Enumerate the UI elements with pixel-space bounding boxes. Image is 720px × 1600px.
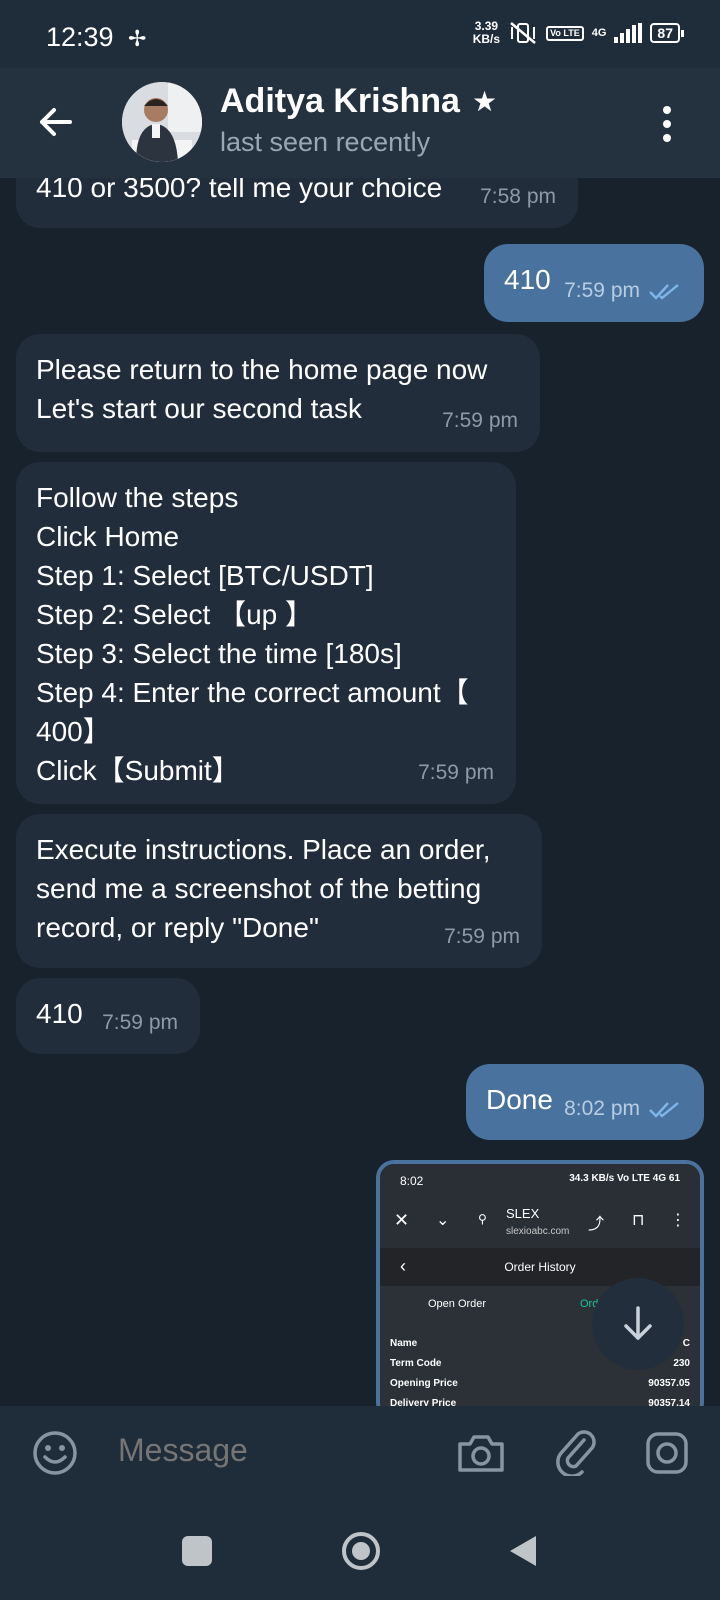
message-bubble[interactable]: 410 or 3500? tell me your choice 7:58 pm bbox=[16, 178, 578, 228]
recents-button[interactable] bbox=[182, 1536, 212, 1566]
message-input[interactable] bbox=[118, 1432, 418, 1469]
more-vertical-icon: ⋮ bbox=[670, 1212, 686, 1229]
back-button[interactable] bbox=[508, 1534, 538, 1568]
star-icon: ★ bbox=[471, 86, 498, 117]
screenshot-browser-bar: ✕ ⌄ ⚲ SLEX slexioabc.com ⤴ ⊓ ⋮ bbox=[380, 1198, 700, 1248]
message-bubble[interactable]: Done 8:02 pm bbox=[466, 1064, 704, 1140]
scroll-to-bottom-button[interactable] bbox=[592, 1278, 684, 1370]
message-time: 8:02 pm bbox=[564, 1089, 682, 1128]
arrow-down-icon bbox=[624, 1306, 652, 1340]
instagram-icon[interactable] bbox=[644, 1430, 690, 1476]
double-check-icon bbox=[649, 283, 679, 300]
battery-indicator: 87 bbox=[650, 23, 684, 43]
bookmark-icon: ⊓ bbox=[632, 1212, 645, 1229]
chat-header: Aditya Krishna ★ last seen recently bbox=[0, 68, 720, 178]
chevron-down-icon: ⌄ bbox=[436, 1212, 450, 1229]
status-bar: 12:39 ✢ 3.39 KB/s Vo LTE 4G 87 bbox=[0, 0, 720, 68]
message-time: 7:59 pm bbox=[418, 761, 494, 784]
double-check-icon bbox=[649, 1101, 679, 1118]
message-time: 7:59 pm bbox=[102, 1011, 178, 1034]
message-time: 7:59 pm bbox=[444, 925, 520, 948]
contact-name-row[interactable]: Aditya Krishna ★ bbox=[220, 82, 497, 121]
contact-name: Aditya Krishna bbox=[220, 82, 460, 120]
paperclip-icon[interactable] bbox=[554, 1428, 598, 1476]
screenshot-status-bar: 8:02 34.3 KB/s Vo LTE 4G 61 bbox=[380, 1164, 700, 1198]
share-icon: ⤴ bbox=[588, 1216, 605, 1233]
site-settings-icon: ⚲ bbox=[478, 1212, 487, 1226]
close-icon: ✕ bbox=[394, 1210, 410, 1230]
message-bubble[interactable]: Please return to the home page now Let's… bbox=[16, 334, 540, 452]
status-icons: 3.39 KB/s Vo LTE 4G 87 bbox=[472, 19, 684, 46]
message-time: 7:58 pm bbox=[480, 185, 556, 208]
emoji-icon[interactable] bbox=[32, 1430, 78, 1476]
message-time: 7:59 pm bbox=[442, 409, 518, 432]
system-navigation-bar bbox=[0, 1502, 720, 1600]
home-button[interactable] bbox=[340, 1530, 382, 1572]
avatar[interactable] bbox=[122, 82, 202, 162]
status-time: 12:39 bbox=[46, 22, 114, 52]
signal-icon bbox=[614, 23, 643, 43]
order-row: Opening Price 90357.05 bbox=[390, 1378, 690, 1389]
message-bubble[interactable]: 410 7:59 pm bbox=[16, 978, 200, 1054]
message-text: Follow the steps Click Home Step 1: Sele… bbox=[36, 482, 469, 786]
message-composer bbox=[0, 1406, 720, 1502]
message-bubble[interactable]: Follow the steps Click Home Step 1: Sele… bbox=[16, 462, 516, 804]
more-vertical-icon[interactable] bbox=[662, 106, 672, 142]
message-bubble[interactable]: 410 7:59 pm bbox=[484, 244, 704, 322]
network-type: 4G bbox=[591, 27, 607, 39]
arrow-left-icon[interactable] bbox=[36, 102, 76, 142]
camera-icon[interactable] bbox=[456, 1430, 506, 1476]
volte-badge: Vo LTE bbox=[546, 25, 584, 41]
message-bubble[interactable]: Execute instructions. Place an order, se… bbox=[16, 814, 542, 968]
vibrate-off-icon bbox=[510, 22, 536, 44]
message-time: 7:59 pm bbox=[564, 271, 682, 310]
network-speed: 3.39 KB/s bbox=[472, 19, 501, 46]
last-seen-status: last seen recently bbox=[220, 127, 431, 157]
pinwheel-icon: ✢ bbox=[128, 26, 147, 51]
